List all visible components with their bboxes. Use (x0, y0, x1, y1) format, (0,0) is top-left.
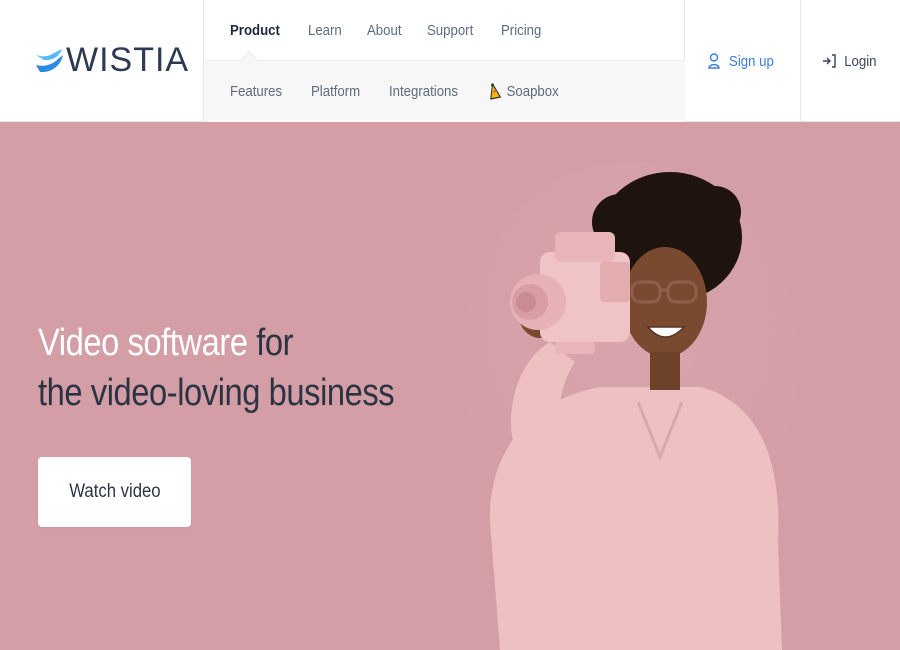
headline-highlight: Video software (38, 322, 248, 364)
login-link[interactable]: Login (822, 53, 879, 70)
nav-support[interactable]: Support (427, 22, 473, 39)
hero-person-with-camera-image (460, 162, 800, 650)
headline-rest: for (247, 322, 294, 364)
nav-pricing[interactable]: Pricing (501, 22, 541, 39)
signup-label: Sign up (729, 52, 774, 70)
hero-section: Video software for the video-loving busi… (0, 122, 900, 650)
subnav-features[interactable]: Features (230, 83, 282, 100)
watch-video-label: Watch video (68, 481, 161, 502)
user-icon (708, 53, 720, 69)
signup-cell: Sign up (685, 0, 801, 122)
soapbox-icon (490, 82, 502, 100)
subnav-integrations[interactable]: Integrations (389, 83, 458, 100)
logo-cell: WISTIA (0, 0, 204, 122)
headline-line-2: the video-loving business (38, 372, 395, 414)
site-header: WISTIA Product Learn About Support Prici… (0, 0, 900, 122)
headline-line-1: Video software for (38, 318, 399, 368)
login-label: Login (844, 52, 877, 70)
wistia-logo-icon (36, 49, 63, 73)
primary-nav: Product Learn About Support Pricing (204, 0, 685, 61)
watch-video-button[interactable]: Watch video (38, 457, 191, 527)
nav-product[interactable]: Product (230, 22, 280, 39)
signup-link[interactable]: Sign up (708, 53, 777, 70)
nav-learn[interactable]: Learn (308, 22, 342, 39)
subnav-soapbox[interactable]: Soapbox (489, 82, 560, 101)
wistia-logo[interactable]: WISTIA (36, 43, 189, 77)
hero-headline: Video software for the video-loving busi… (38, 318, 399, 418)
nav-about[interactable]: About (367, 22, 401, 39)
login-cell: Login (801, 0, 900, 122)
login-arrow-icon (823, 54, 836, 68)
brand-name: WISTIA (66, 41, 190, 79)
subnav-platform[interactable]: Platform (311, 83, 360, 100)
nav-cell: Product Learn About Support Pricing Feat… (204, 0, 685, 122)
secondary-nav: Features Platform Integrations Soapbox (204, 61, 685, 122)
soapbox-label: Soapbox (507, 83, 560, 100)
